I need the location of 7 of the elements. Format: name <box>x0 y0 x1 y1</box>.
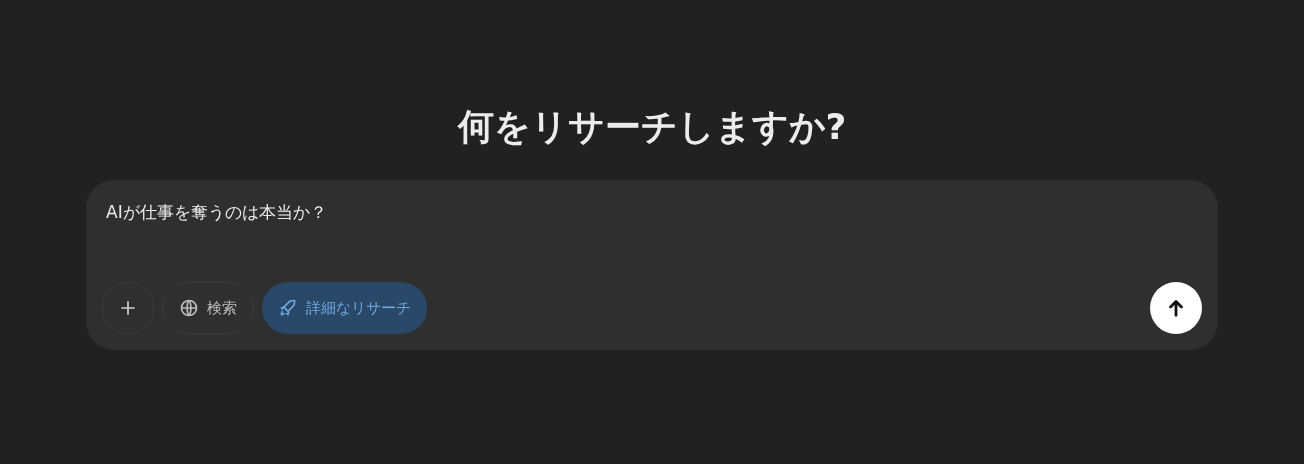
globe-icon <box>179 298 199 318</box>
page-heading: 何をリサーチしますか? <box>457 105 847 149</box>
prompt-field[interactable]: AIが仕事を奪うのは本当か？ <box>102 196 1202 230</box>
send-button[interactable] <box>1150 282 1202 334</box>
tool-toggle[interactable]: 詳細なリサーチ <box>262 282 427 334</box>
rocket-icon <box>278 298 298 318</box>
plus-icon <box>118 298 138 318</box>
